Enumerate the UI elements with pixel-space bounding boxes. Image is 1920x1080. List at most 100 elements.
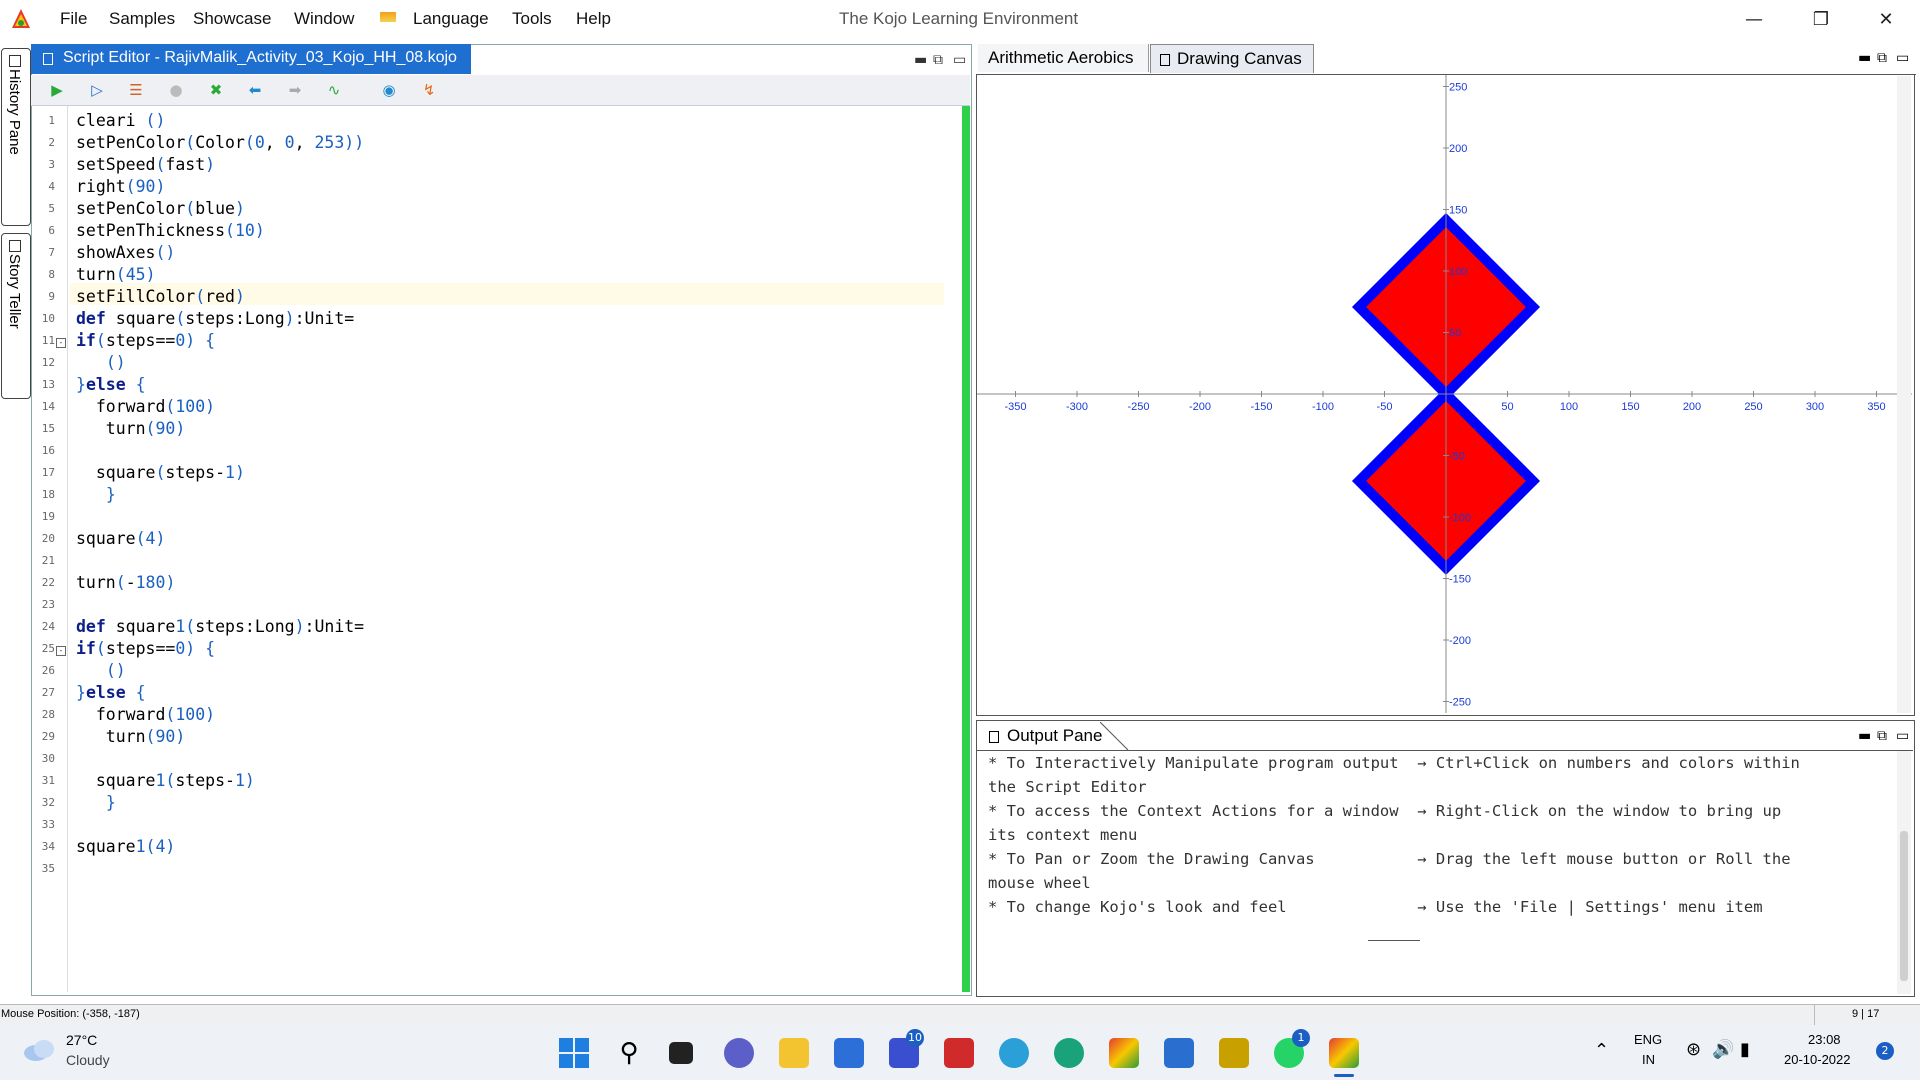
language-indicator[interactable]: ENG [1634,1032,1662,1047]
code-line[interactable]: square(steps-1) [76,462,245,484]
help-icon[interactable]: ◉ [380,81,398,99]
redo-icon[interactable]: ➡ [286,81,304,99]
store-icon[interactable] [834,1038,864,1068]
maximize-icon[interactable]: ▭ [1896,50,1909,66]
code-line[interactable]: setFillColor(red) [76,286,245,308]
undock-icon[interactable]: ⧉ [1877,728,1887,744]
code-line[interactable]: }else { [76,682,146,704]
teams-chat-icon[interactable] [724,1038,754,1068]
output-line: * To Interactively Manipulate program ou… [988,754,1800,772]
menu-language[interactable]: Language [413,9,489,29]
output-scrollbar[interactable] [1897,751,1911,994]
history-pane-tab[interactable]: History Pane [1,48,31,226]
weather-desc[interactable]: Cloudy [66,1052,110,1068]
code-line[interactable]: turn(90) [76,726,186,748]
trace-icon[interactable]: ☰ [127,81,145,99]
code-line[interactable]: right(90) [76,176,165,198]
clear-icon[interactable]: ✖ [207,81,225,99]
clear-output-icon[interactable]: ↯ [420,81,438,99]
menu-samples[interactable]: Samples [109,9,175,29]
clock-time[interactable]: 23:08 [1808,1032,1841,1047]
code-line[interactable]: if(steps==0) { [76,638,215,660]
code-line[interactable]: forward(100) [76,396,215,418]
code-line[interactable]: setPenColor(blue) [76,198,245,220]
code-line[interactable]: setPenColor(Color(0, 0, 253)) [76,132,364,154]
notepad-icon[interactable] [1164,1038,1194,1068]
menu-showcase[interactable]: Showcase [193,9,271,29]
kojo-active-icon[interactable] [1329,1038,1359,1068]
code-line[interactable]: def square(steps:Long):Unit= [76,308,354,330]
format-icon[interactable]: ∿ [325,81,343,99]
x-tick-label: -350 [1004,401,1026,413]
notification-center-badge[interactable]: 2 [1876,1042,1894,1060]
code-line[interactable]: if(steps==0) { [76,330,215,352]
code-line[interactable]: } [76,484,116,506]
undock-icon[interactable]: ⧉ [1877,50,1887,66]
code-line[interactable]: square1(steps-1) [76,770,255,792]
code-area[interactable]: cleari () setPenColor(Color(0, 0, 253)) se… [76,106,944,992]
code-line[interactable]: } [76,792,116,814]
edge-browser-icon[interactable] [1054,1038,1084,1068]
region-indicator[interactable]: IN [1642,1052,1655,1067]
undock-icon[interactable]: ⧉ [933,52,943,68]
undo-icon[interactable]: ⬅ [246,81,264,99]
code-line[interactable]: setPenThickness(10) [76,220,265,242]
run-icon[interactable]: ▶ [48,81,66,99]
code-line[interactable]: def square1(steps:Long):Unit= [76,616,364,638]
menu-help[interactable]: Help [576,9,611,29]
code-line[interactable]: square(4) [76,528,165,550]
canvas-scrollbar[interactable] [1897,76,1911,713]
code-line[interactable]: () [76,660,126,682]
code-line[interactable]: showAxes() [76,242,175,264]
drawing-canvas-svg[interactable]: -450-400-350-300-250-200-150-100-5050100… [977,75,1912,713]
telegram-icon[interactable] [999,1038,1029,1068]
minimize-icon[interactable]: ▬ [914,52,927,68]
code-line[interactable]: turn(45) [76,264,156,286]
minimize-button[interactable]: — [1730,2,1778,36]
chevron-up-icon[interactable]: ⌃ [1594,1040,1609,1061]
minimize-icon[interactable]: ▬ [1858,728,1871,744]
line-number: 34 [41,840,55,853]
menu-window[interactable]: Window [294,9,354,29]
fold-toggle-icon[interactable]: - [56,646,66,656]
menu-file[interactable]: File [60,9,87,29]
story-teller-tab[interactable]: Story Teller [1,233,31,399]
windows-start-icon[interactable] [559,1038,589,1068]
script-editor-tab[interactable]: Script Editor - RajivMalik_Activity_03_K… [31,44,471,74]
tab-arithmetic-aerobics[interactable]: Arithmetic Aerobics [978,44,1149,72]
maximize-icon[interactable]: ▭ [1896,728,1909,744]
output-line: * To Pan or Zoom the Drawing Canvas → Dr… [988,850,1791,868]
mcafee-icon[interactable] [944,1038,974,1068]
code-line[interactable]: turn(-180) [76,572,175,594]
minimize-icon[interactable]: ▬ [1858,50,1871,66]
code-line[interactable]: }else { [76,374,146,396]
code-line[interactable]: square1(4) [76,836,175,858]
menu-tools[interactable]: Tools [512,9,552,29]
battery-icon[interactable]: ▮ [1740,1039,1750,1060]
weather-temp[interactable]: 27°C [66,1032,97,1048]
code-line[interactable]: () [76,352,126,374]
code-line[interactable]: forward(100) [76,704,215,726]
search-icon[interactable]: ⚲ [614,1038,644,1068]
tab-drawing-canvas[interactable]: Drawing Canvas [1150,44,1314,73]
task-view-icon[interactable] [669,1042,693,1064]
code-line[interactable]: cleari () [76,110,165,132]
x-tick-label: 50 [1501,401,1513,413]
line-number: 9 [48,290,55,303]
app-icon[interactable] [1219,1038,1249,1068]
file-explorer-icon[interactable] [779,1038,809,1068]
stop-icon[interactable]: ● [167,81,185,99]
run-worksheet-icon[interactable]: ▷ [88,81,106,99]
maximize-icon[interactable]: ▭ [953,52,966,68]
code-line[interactable]: setSpeed(fast) [76,154,215,176]
kojo-app-icon[interactable] [1109,1038,1139,1068]
fold-toggle-icon[interactable]: - [56,338,66,348]
close-button[interactable]: ✕ [1862,2,1910,36]
wifi-icon[interactable]: ⊛ [1686,1039,1701,1060]
volume-icon[interactable]: 🔊 [1712,1039,1734,1060]
code-line[interactable]: turn(90) [76,418,186,440]
restore-button[interactable]: ❐ [1797,2,1845,36]
line-number: 35 [41,862,55,875]
cloud-icon[interactable] [22,1037,58,1063]
clock-date[interactable]: 20-10-2022 [1784,1052,1851,1067]
